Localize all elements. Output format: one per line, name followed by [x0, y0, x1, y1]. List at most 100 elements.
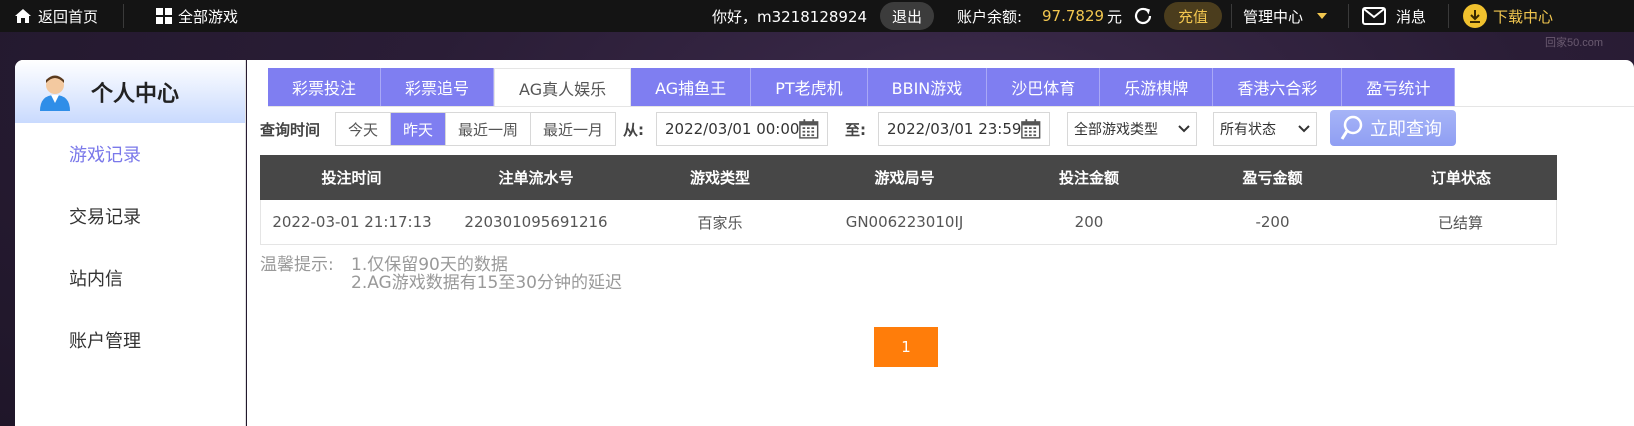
- home-icon: [15, 9, 31, 23]
- tab-bar: 彩票投注 彩票追号 AG真人娱乐 AG捕鱼王 PT老虎机 BBIN游戏 沙巴体育…: [268, 68, 1456, 106]
- watermark: 回家50.com: [1545, 37, 1604, 49]
- mail-icon: [1362, 7, 1386, 25]
- messages-link[interactable]: 消息: [1362, 0, 1426, 32]
- range-today-button[interactable]: 今天: [336, 113, 392, 145]
- tab-lottery-chase[interactable]: 彩票追号: [381, 68, 495, 106]
- range-week-button[interactable]: 最近一周: [446, 113, 532, 145]
- tips-label: 温馨提示:: [260, 255, 334, 275]
- query-button[interactable]: 立即查询: [1330, 110, 1456, 146]
- search-icon: [1340, 115, 1363, 140]
- download-center-link[interactable]: 下载中心: [1463, 0, 1553, 32]
- records-table: 投注时间 注单流水号 游戏类型 游戏局号 投注金额 盈亏金额 订单状态 2022…: [260, 155, 1557, 245]
- sidebar-title: 个人中心: [91, 81, 180, 107]
- manage-center-label: 管理中心: [1243, 7, 1304, 26]
- filter-bar: 查询时间 今天 昨天 最近一周 最近一月 从: 2022/03/01 00:00: [247, 110, 1634, 146]
- range-yesterday-button[interactable]: 昨天: [391, 113, 447, 145]
- logout-button[interactable]: 退出: [880, 2, 935, 30]
- manage-center-menu[interactable]: 管理中心: [1243, 0, 1328, 32]
- refresh-icon[interactable]: [1132, 0, 1154, 32]
- cell-profit: -200: [1255, 213, 1290, 231]
- cell-round-no: GN006223010IJ: [845, 213, 964, 231]
- download-label: 下载中心: [1493, 7, 1554, 26]
- cell-status: 已结算: [1437, 213, 1483, 232]
- greeting: 你好，m3218128924: [712, 7, 868, 26]
- from-date-value: 2022/03/01 00:00: [665, 120, 800, 138]
- calendar-icon[interactable]: [799, 118, 819, 140]
- sidebar: 个人中心 游戏记录 交易记录 站内信 账户管理: [15, 60, 246, 426]
- query-button-label: 立即查询: [1370, 119, 1442, 140]
- all-games-label: 全部游戏: [178, 7, 239, 26]
- table-row: 2022-03-01 21:17:13 220301095691216 百家乐 …: [260, 200, 1557, 245]
- col-game-type: 游戏类型: [689, 169, 750, 187]
- cell-order-no: 220301095691216: [464, 213, 608, 231]
- divider: [1348, 4, 1349, 28]
- from-date-wrap: 2022/03/01 00:00: [656, 112, 828, 146]
- to-date-input[interactable]: 2022/03/01 23:59: [878, 112, 1050, 146]
- game-type-value: 全部游戏类型: [1074, 122, 1158, 138]
- tab-hk-mark-six[interactable]: 香港六合彩: [1213, 68, 1343, 106]
- page-button-1[interactable]: 1: [874, 327, 938, 367]
- game-type-select[interactable]: 全部游戏类型: [1067, 112, 1197, 146]
- home-link[interactable]: 返回首页: [14, 0, 98, 32]
- tips: 温馨提示: 1.仅保留90天的数据 2.AG游戏数据有15至30分钟的延迟: [260, 256, 622, 292]
- tab-saba-sports[interactable]: 沙巴体育: [987, 68, 1101, 106]
- tab-ag-live[interactable]: AG真人娱乐: [494, 68, 632, 106]
- tips-line-1: 1.仅保留90天的数据: [351, 255, 508, 275]
- cell-bet-amount: 200: [1074, 213, 1104, 231]
- user-avatar-icon: [40, 75, 70, 111]
- from-date-input[interactable]: 2022/03/01 00:00: [656, 112, 828, 146]
- chevron-down-icon: [1178, 125, 1190, 133]
- grid-icon: [156, 8, 172, 24]
- col-order-no: 注单流水号: [498, 169, 574, 187]
- status-select[interactable]: 所有状态: [1213, 112, 1317, 146]
- top-bar: 返回首页 全部游戏 你好，m3218128924 退出 账户余额: 97.782…: [0, 0, 1634, 32]
- sidebar-item-account[interactable]: 账户管理: [15, 309, 245, 371]
- calendar-icon[interactable]: [1021, 118, 1041, 140]
- game-type-wrap: 全部游戏类型: [1067, 112, 1197, 146]
- divider: [1448, 4, 1449, 28]
- caret-down-icon: [1317, 13, 1328, 19]
- tab-pt-slots[interactable]: PT老虎机: [751, 68, 868, 106]
- sidebar-item-transactions[interactable]: 交易记录: [15, 185, 245, 247]
- tab-leyou-chess[interactable]: 乐游棋牌: [1100, 68, 1214, 106]
- chevron-down-icon: [1298, 125, 1310, 133]
- tab-divider: [268, 106, 1634, 107]
- home-label: 返回首页: [38, 7, 99, 26]
- status-wrap: 所有状态: [1213, 112, 1317, 146]
- to-date-wrap: 2022/03/01 23:59: [878, 112, 1050, 146]
- quick-range-group: 今天 昨天 最近一周 最近一月: [335, 112, 617, 146]
- main-panel: 彩票投注 彩票追号 AG真人娱乐 AG捕鱼王 PT老虎机 BBIN游戏 沙巴体育…: [247, 60, 1634, 426]
- cell-bet-time: 2022-03-01 21:17:13: [272, 213, 432, 231]
- table-header: 投注时间 注单流水号 游戏类型 游戏局号 投注金额 盈亏金额 订单状态: [260, 155, 1557, 200]
- tab-profit-stats[interactable]: 盈亏统计: [1342, 68, 1456, 106]
- sidebar-item-game-records[interactable]: 游戏记录: [15, 123, 245, 185]
- recharge-button[interactable]: 充值: [1164, 2, 1223, 30]
- range-month-button[interactable]: 最近一月: [531, 113, 615, 145]
- sidebar-menu: 游戏记录 交易记录 站内信 账户管理: [15, 123, 246, 426]
- from-label: 从:: [623, 120, 644, 139]
- col-bet-amount: 投注金额: [1058, 169, 1119, 187]
- query-button-wrap: 立即查询: [1330, 110, 1456, 146]
- sidebar-item-inbox[interactable]: 站内信: [15, 247, 245, 309]
- to-date-value: 2022/03/01 23:59: [887, 120, 1022, 138]
- col-bet-time: 投注时间: [321, 169, 382, 187]
- cell-game-type: 百家乐: [697, 213, 743, 232]
- balance-unit: 元: [1107, 7, 1123, 26]
- tab-lottery-bet[interactable]: 彩票投注: [268, 68, 382, 106]
- to-label: 至:: [845, 120, 866, 139]
- all-games-link[interactable]: 全部游戏: [156, 0, 238, 32]
- messages-label: 消息: [1396, 7, 1427, 26]
- balance-value: 97.7829: [1042, 7, 1105, 25]
- divider: [1231, 4, 1232, 28]
- balance-label: 账户余额:: [957, 7, 1023, 26]
- query-time-label: 查询时间: [260, 120, 321, 139]
- tab-ag-fishing[interactable]: AG捕鱼王: [631, 68, 752, 106]
- sidebar-header: 个人中心: [15, 60, 246, 123]
- download-icon: [1463, 4, 1487, 28]
- divider: [123, 4, 124, 28]
- status-value: 所有状态: [1220, 122, 1276, 138]
- col-round-no: 游戏局号: [874, 169, 935, 187]
- tab-bbin[interactable]: BBIN游戏: [867, 68, 988, 106]
- col-profit: 盈亏金额: [1242, 169, 1303, 187]
- col-status: 订单状态: [1430, 169, 1491, 187]
